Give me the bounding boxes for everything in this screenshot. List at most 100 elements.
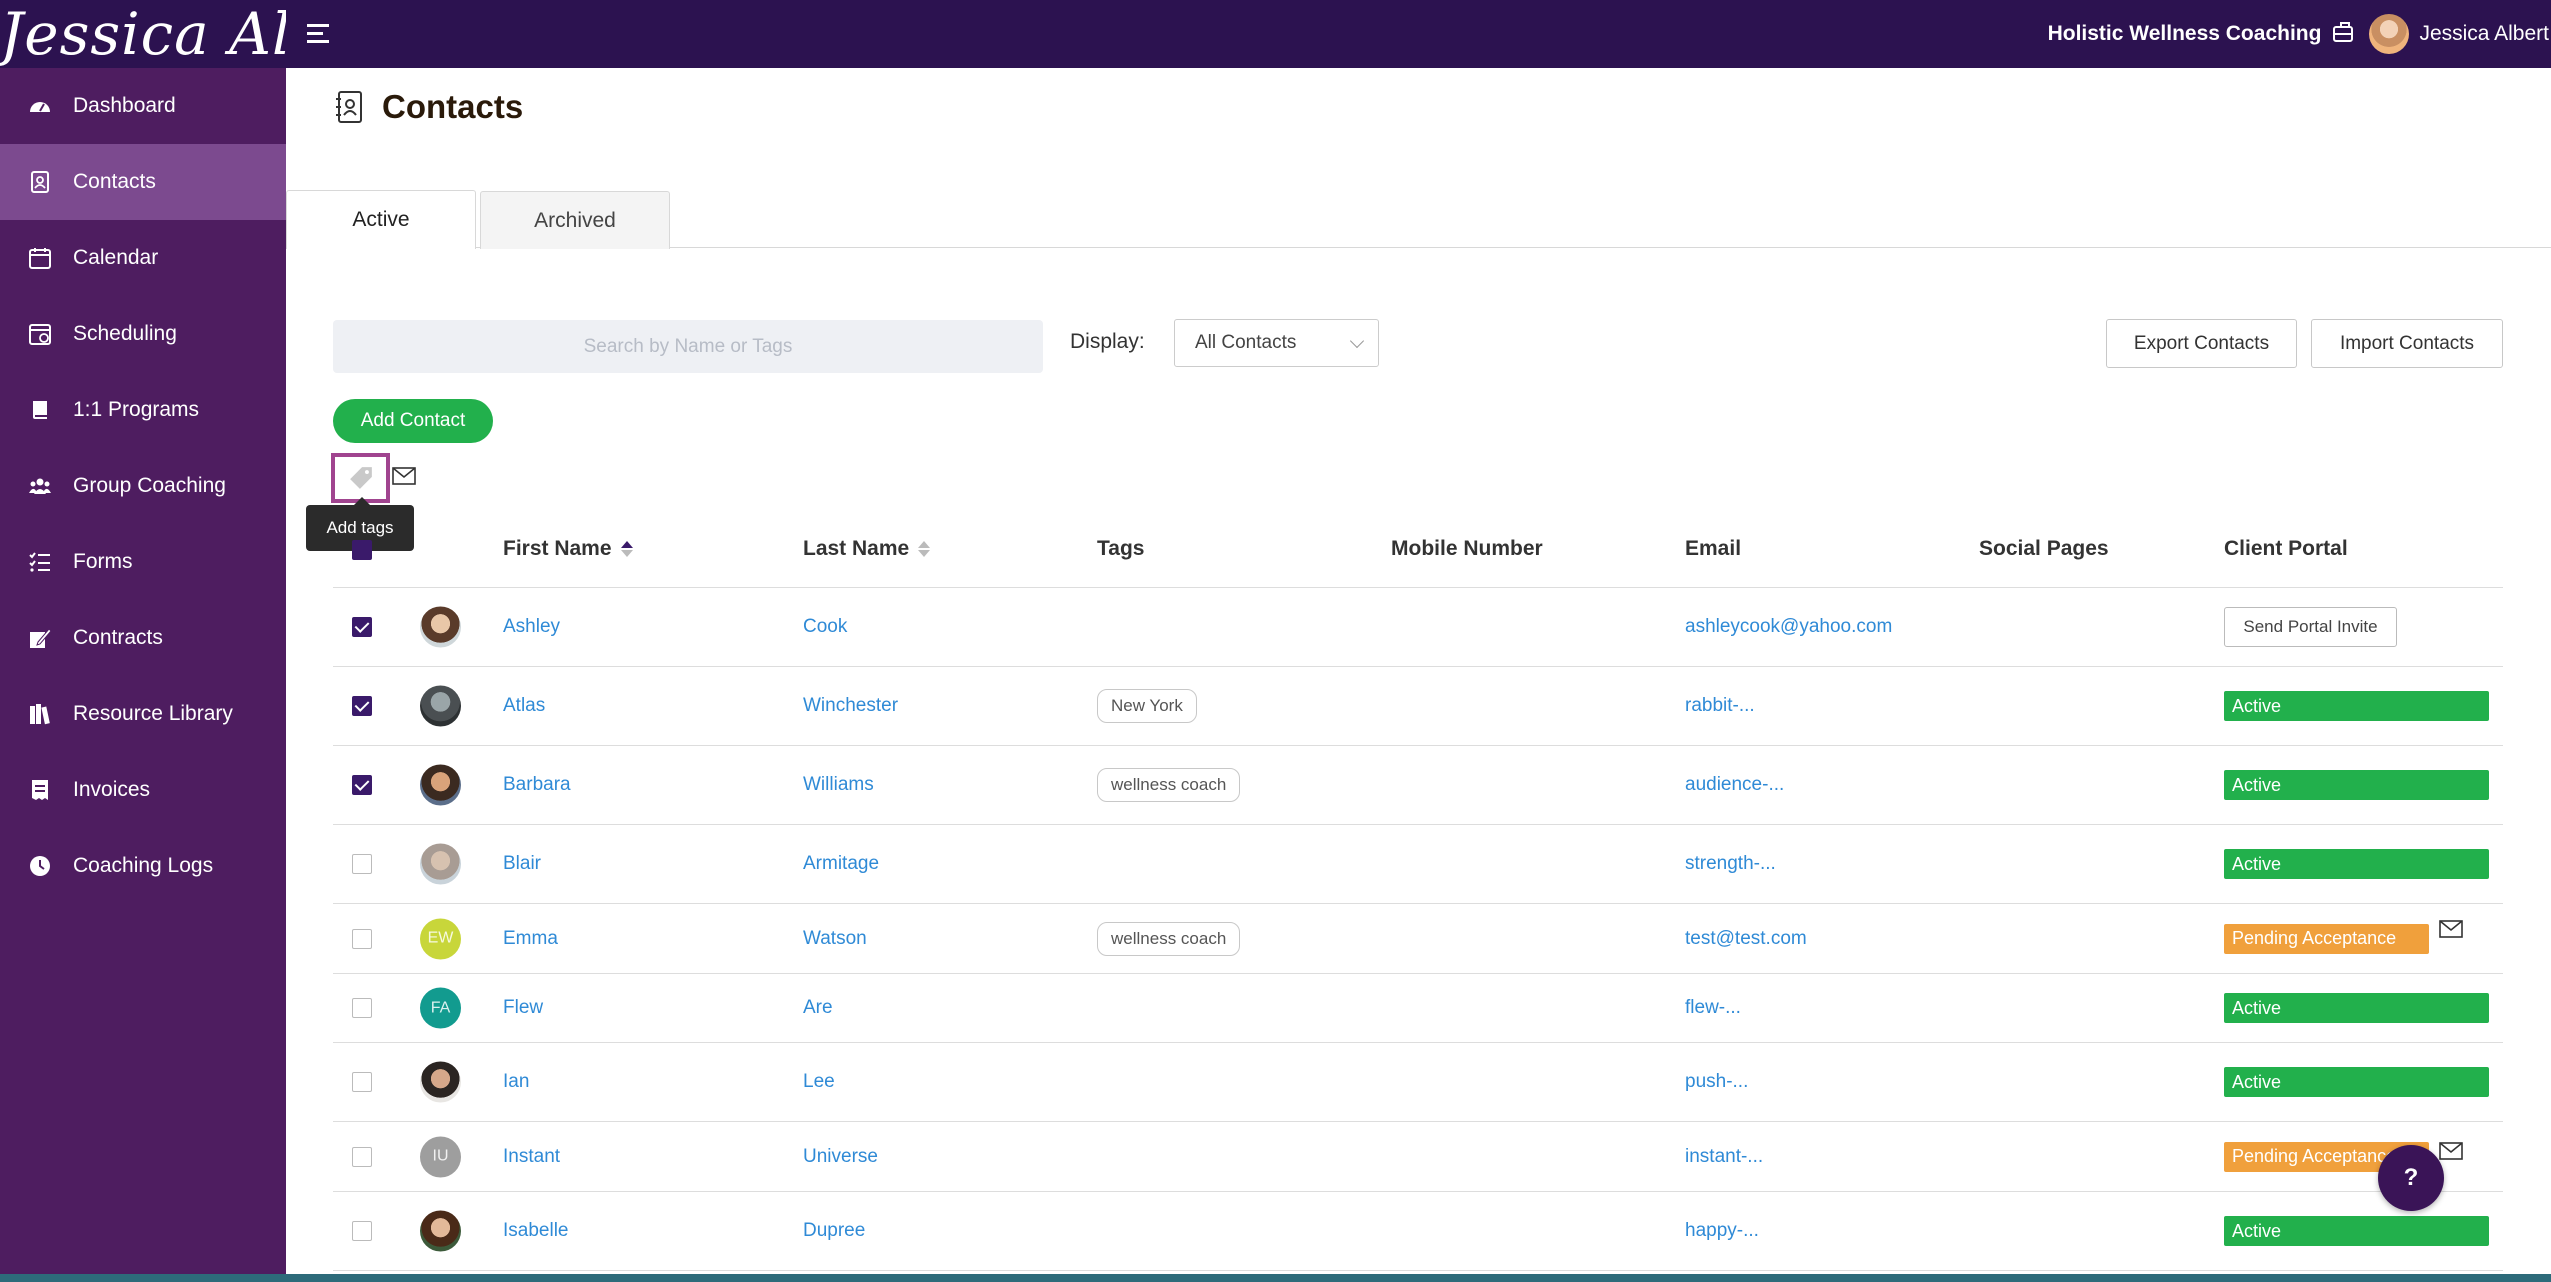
first-name[interactable]: Ashley xyxy=(503,616,560,638)
export-contacts-button[interactable]: Export Contacts xyxy=(2106,319,2297,368)
avatar: EW xyxy=(420,918,461,959)
sidebar-item-invoices[interactable]: Invoices xyxy=(0,752,286,828)
table-row[interactable]: Isabelle Dupree happy-... Active xyxy=(333,1192,2503,1271)
select-all-checkbox[interactable] xyxy=(352,540,372,560)
table-row[interactable]: Blair Armitage strength-... Active xyxy=(333,825,2503,904)
last-name[interactable]: Are xyxy=(803,997,833,1019)
table-row[interactable]: FA Flew Are flew-... Active xyxy=(333,974,2503,1043)
avatar xyxy=(420,1061,461,1103)
sidebar-item-label: Dashboard xyxy=(73,94,176,117)
import-contacts-button[interactable]: Import Contacts xyxy=(2311,319,2503,368)
sidebar-item-scheduling[interactable]: Scheduling xyxy=(0,296,286,372)
book-icon xyxy=(27,398,53,422)
last-name[interactable]: Williams xyxy=(803,774,874,796)
sidebar-item-contracts[interactable]: Contracts xyxy=(0,600,286,676)
table-row[interactable]: Ian Lee push-... Active xyxy=(333,1043,2503,1122)
first-name[interactable]: Ian xyxy=(503,1071,529,1093)
sidebar-item-contacts[interactable]: Contacts xyxy=(0,144,286,220)
bottom-strip xyxy=(0,1274,2551,1282)
table-row[interactable]: Ashley Cook ashleycook@yahoo.com Send Po… xyxy=(333,588,2503,667)
email-selected-icon[interactable] xyxy=(392,467,416,485)
briefcase-icon[interactable] xyxy=(2333,22,2354,42)
sidebar: Dashboard Contacts Calendar Scheduling 1… xyxy=(0,68,286,1274)
tag-pill[interactable]: New York xyxy=(1097,689,1197,723)
sort-icon xyxy=(620,541,633,557)
row-checkbox[interactable] xyxy=(352,1146,372,1167)
last-name[interactable]: Lee xyxy=(803,1071,835,1093)
add-tags-button[interactable] xyxy=(331,453,390,503)
first-name[interactable]: Blair xyxy=(503,853,541,875)
email[interactable]: push-... xyxy=(1685,1071,1748,1093)
contract-icon xyxy=(27,626,53,650)
email[interactable]: test@test.com xyxy=(1685,928,1807,950)
sidebar-item-coaching-logs[interactable]: Coaching Logs xyxy=(0,828,286,904)
email[interactable]: strength-... xyxy=(1685,853,1776,875)
display-select[interactable]: All Contacts xyxy=(1174,319,1379,367)
email[interactable]: audience-... xyxy=(1685,774,1784,796)
row-checkbox[interactable] xyxy=(352,775,372,795)
status-badge: Active xyxy=(2224,849,2489,879)
tag-pill[interactable]: wellness coach xyxy=(1097,921,1241,956)
email[interactable]: flew-... xyxy=(1685,997,1741,1019)
last-name[interactable]: Universe xyxy=(803,1146,878,1168)
status-badge: Active xyxy=(2224,1216,2489,1246)
sidebar-item-calendar[interactable]: Calendar xyxy=(0,220,286,296)
sidebar-item-label: 1:1 Programs xyxy=(73,398,200,421)
display-label: Display: xyxy=(1070,330,1145,353)
last-name[interactable]: Winchester xyxy=(803,695,898,717)
table-row[interactable]: IU Instant Universe instant-... Pending … xyxy=(333,1122,2503,1192)
first-name[interactable]: Isabelle xyxy=(503,1220,569,1242)
user-name[interactable]: Jessica Albert xyxy=(2419,22,2549,46)
sidebar-item-group-coaching[interactable]: Group Coaching xyxy=(0,448,286,524)
row-checkbox[interactable] xyxy=(352,1072,372,1092)
scheduling-icon xyxy=(27,322,53,346)
avatar xyxy=(420,606,461,648)
last-name[interactable]: Cook xyxy=(803,616,847,638)
search-input[interactable] xyxy=(333,320,1043,373)
sidebar-item-resource-library[interactable]: Resource Library xyxy=(0,676,286,752)
row-checkbox[interactable] xyxy=(352,998,372,1018)
help-button[interactable]: ? xyxy=(2378,1145,2444,1211)
add-contact-button[interactable]: Add Contact xyxy=(333,399,493,443)
tab-active[interactable]: Active xyxy=(286,190,476,249)
first-name[interactable]: Barbara xyxy=(503,774,571,796)
column-header-last-name[interactable]: Last Name xyxy=(803,537,931,561)
last-name[interactable]: Watson xyxy=(803,928,867,950)
resend-invite-icon[interactable] xyxy=(2439,920,2463,938)
row-checkbox[interactable] xyxy=(352,1221,372,1241)
sidebar-item-programs[interactable]: 1:1 Programs xyxy=(0,372,286,448)
sidebar-item-forms[interactable]: Forms xyxy=(0,524,286,600)
last-name[interactable]: Armitage xyxy=(803,853,879,875)
first-name[interactable]: Emma xyxy=(503,928,558,950)
email[interactable]: happy-... xyxy=(1685,1220,1759,1242)
first-name[interactable]: Instant xyxy=(503,1146,560,1168)
row-checkbox[interactable] xyxy=(352,928,372,949)
sidebar-item-label: Resource Library xyxy=(73,702,233,725)
sidebar-item-label: Scheduling xyxy=(73,322,177,345)
row-checkbox[interactable] xyxy=(352,854,372,874)
email[interactable]: instant-... xyxy=(1685,1146,1763,1168)
email[interactable]: ashleycook@yahoo.com xyxy=(1685,616,1892,638)
row-checkbox[interactable] xyxy=(352,696,372,716)
first-name[interactable]: Flew xyxy=(503,997,543,1019)
menu-toggle-icon[interactable] xyxy=(307,22,333,46)
tag-pill[interactable]: wellness coach xyxy=(1097,768,1241,802)
tab-archived[interactable]: Archived xyxy=(480,191,670,249)
column-header-first-name[interactable]: First Name xyxy=(503,537,633,561)
row-checkbox[interactable] xyxy=(352,617,372,637)
sidebar-item-dashboard[interactable]: Dashboard xyxy=(0,68,286,144)
send-portal-invite-button[interactable]: Send Portal Invite xyxy=(2224,607,2397,647)
email[interactable]: rabbit-... xyxy=(1685,695,1755,717)
user-avatar[interactable] xyxy=(2369,14,2410,54)
display-select-value: All Contacts xyxy=(1195,332,1297,353)
column-header-social: Social Pages xyxy=(1979,537,2109,560)
resend-invite-icon[interactable] xyxy=(2439,1142,2463,1160)
brand-logo[interactable]: Jessica Albert xyxy=(0,2,286,66)
column-header-mobile: Mobile Number xyxy=(1391,537,1543,560)
table-row[interactable]: EW Emma Watson wellness coach test@test.… xyxy=(333,904,2503,974)
column-header-tags: Tags xyxy=(1097,537,1145,560)
table-row[interactable]: Atlas Winchester New York rabbit-... Act… xyxy=(333,667,2503,746)
last-name[interactable]: Dupree xyxy=(803,1220,865,1242)
first-name[interactable]: Atlas xyxy=(503,695,545,717)
table-row[interactable]: Barbara Williams wellness coach audience… xyxy=(333,746,2503,825)
